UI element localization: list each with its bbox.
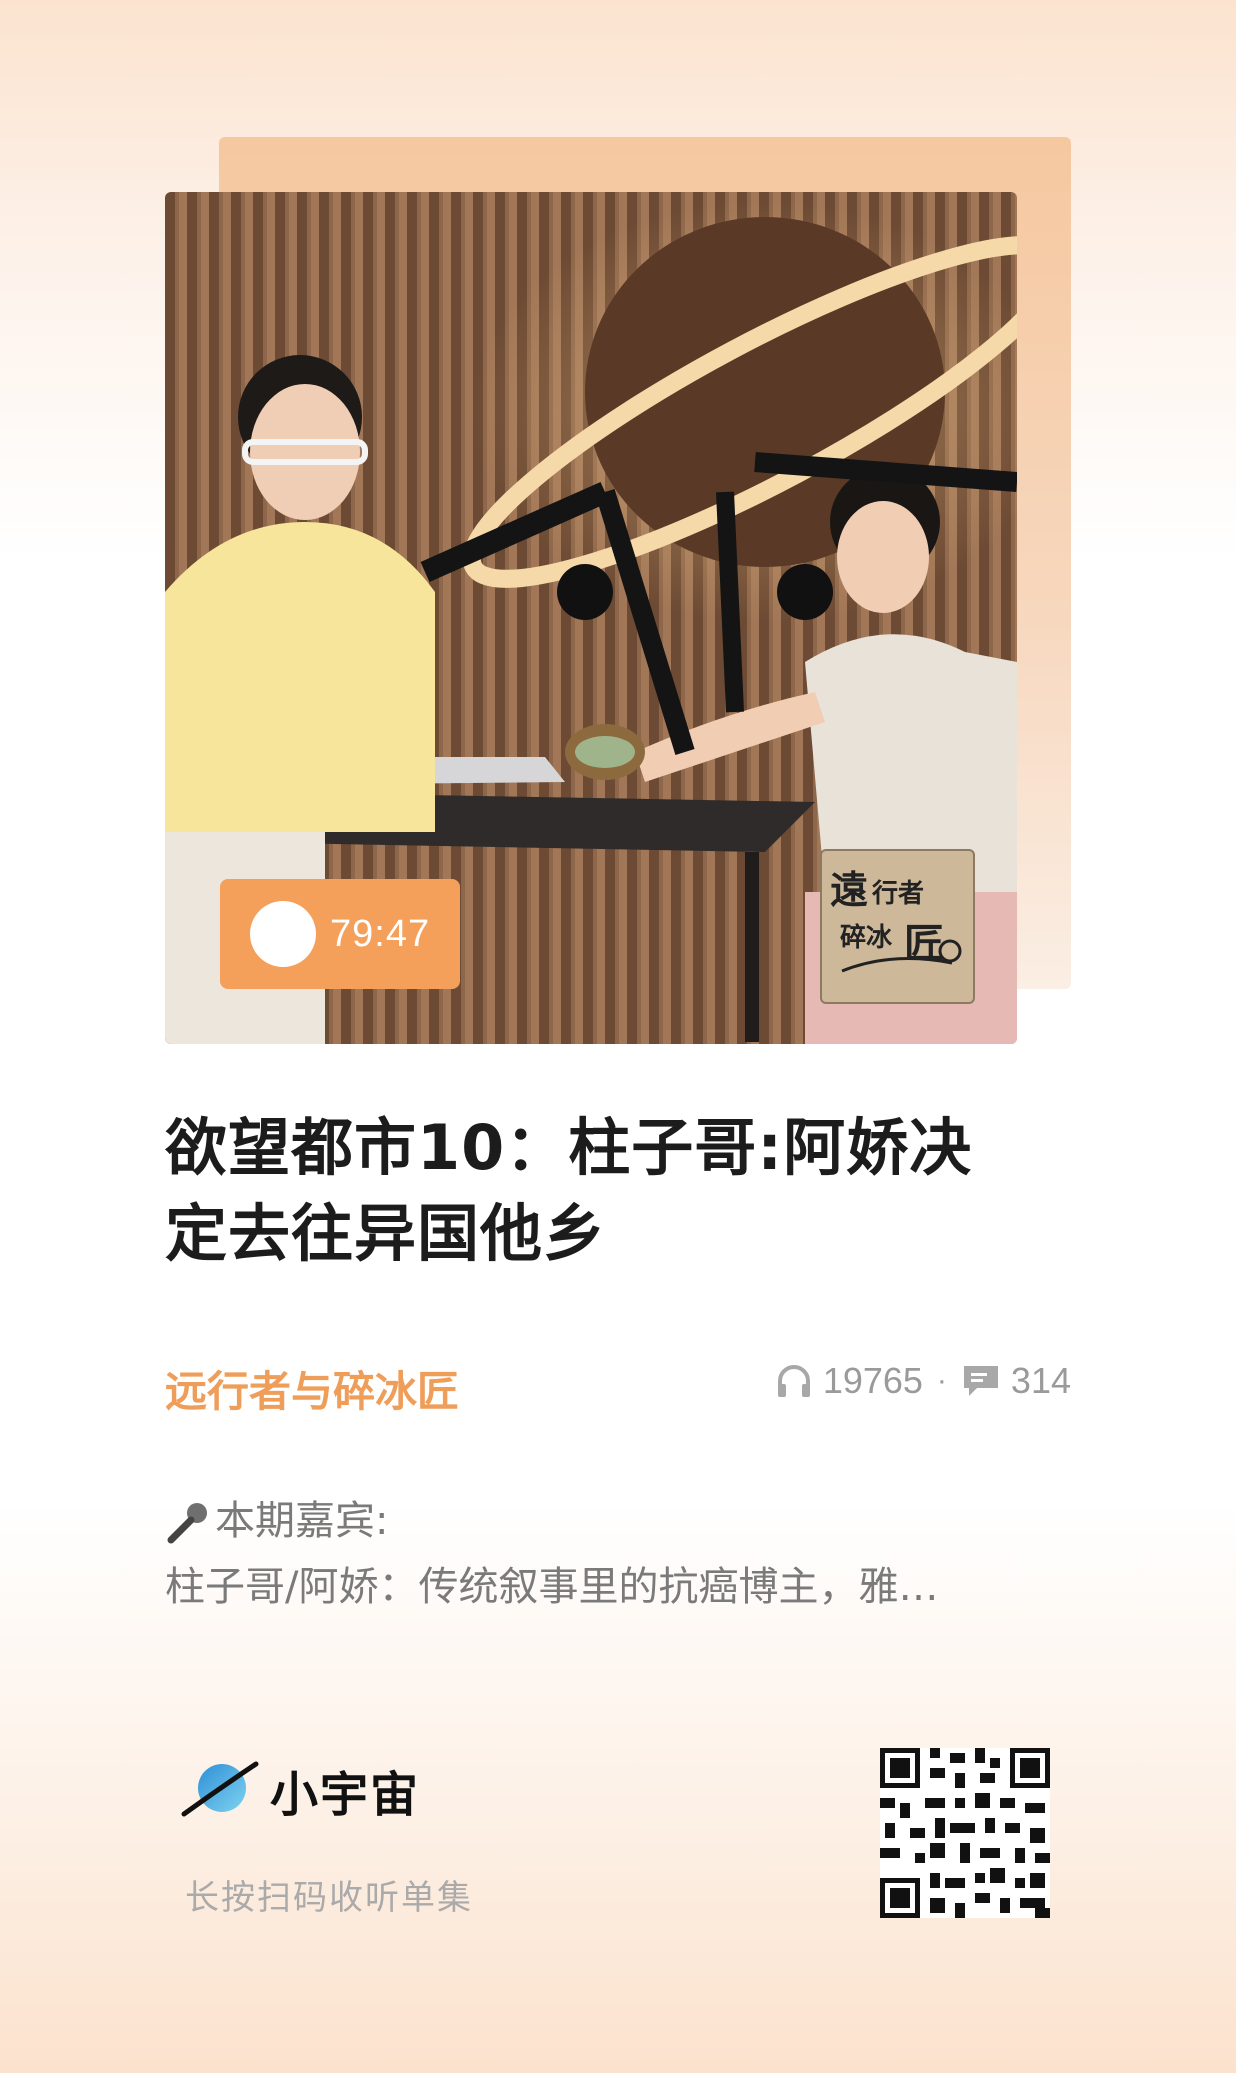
podcast-badge-logo: 遠 行者 碎冰 匠 (820, 849, 975, 1004)
episode-stats: 19765 · 314 (775, 1360, 1071, 1402)
xiaoyuzhou-brand: 小宇宙 (180, 1755, 420, 1825)
play-icon (224, 881, 316, 967)
comment-count: 314 (1010, 1360, 1071, 1401)
description-line-1: 本期嘉宾: (165, 1488, 1045, 1554)
planet-logo-icon (181, 1761, 259, 1817)
episode-title-line-2: 定去往异国他乡 (165, 1197, 607, 1270)
brand-name: 小宇宙 (270, 1767, 421, 1823)
episode-title: 欲望都市10：柱子哥:阿娇决 定去往异国他乡 (165, 1105, 1065, 1277)
play-duration-button[interactable]: 79:47 (220, 879, 460, 989)
description-line-2: 柱子哥/阿娇：传统叙事里的抗癌博主，雅… (165, 1564, 939, 1610)
headphones-icon (777, 1365, 810, 1397)
microphone-icon (167, 1503, 207, 1544)
episode-cover-image[interactable]: 79:47 遠 行者 碎冰 匠 (165, 192, 1017, 1044)
comment-icon (963, 1366, 998, 1396)
stats-separator: · (936, 1364, 947, 1397)
episode-title-line-1: 欲望都市10：柱子哥:阿娇决 (165, 1111, 973, 1184)
episode-description[interactable]: 本期嘉宾: 柱子哥/阿娇：传统叙事里的抗癌博主，雅… (165, 1488, 1045, 1620)
play-count: 19765 (822, 1360, 923, 1401)
channel-name-link[interactable]: 远行者与碎冰匠 (165, 1358, 459, 1419)
episode-duration: 79:47 (330, 912, 431, 955)
scan-hint: 长按扫码收听单集 (185, 1878, 473, 1918)
qr-code[interactable] (880, 1748, 1050, 1918)
